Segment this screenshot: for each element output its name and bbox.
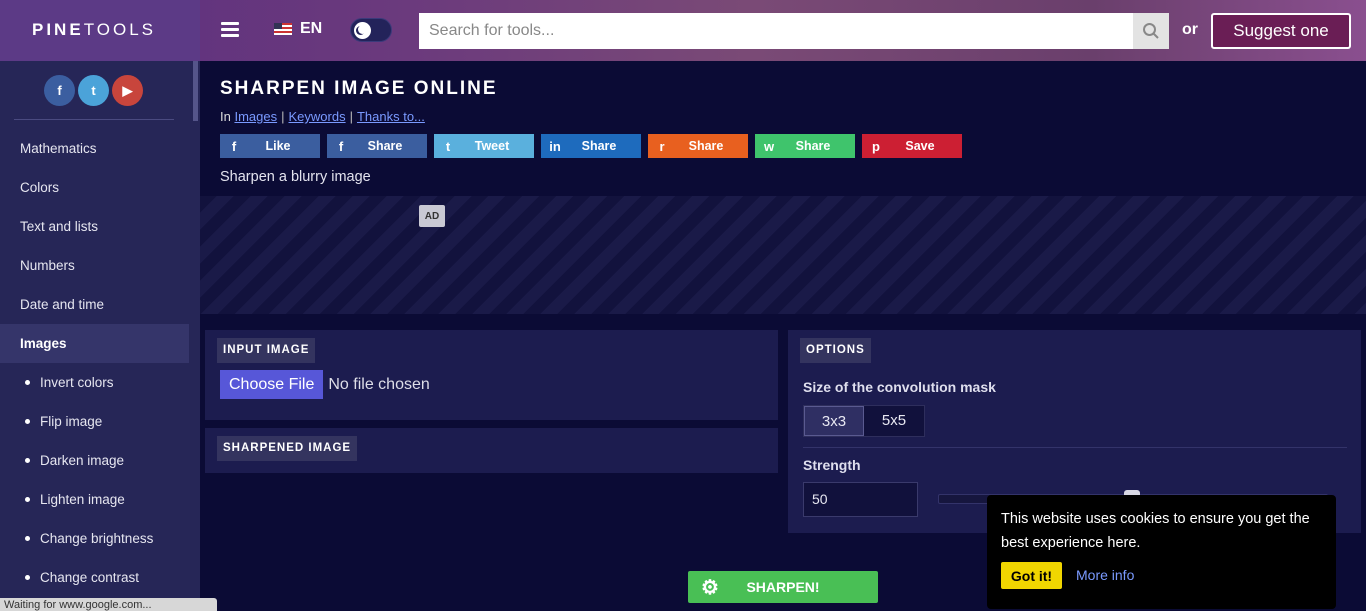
mask-size-selector: 3x3 5x5 [803, 405, 925, 437]
sidebar-item-numbers[interactable]: Numbers [0, 246, 189, 285]
menu-icon[interactable] [221, 22, 239, 38]
sidebar-nav: Mathematics Colors Text and lists Number… [0, 129, 189, 597]
site-logo[interactable]: PINETOOLS [32, 20, 156, 40]
twitter-icon: t [445, 138, 451, 154]
strength-input[interactable]: 50 [803, 482, 918, 517]
cookie-accept-button[interactable]: Got it! [1001, 562, 1062, 589]
pinterest-icon: p [872, 138, 880, 154]
share-label: Share [688, 139, 724, 153]
mask-option-5x5[interactable]: 5x5 [864, 406, 924, 436]
file-picker: Choose File No file chosen [220, 370, 430, 399]
no-file-text: No file chosen [328, 375, 430, 393]
sidebar-scrollbar[interactable] [193, 61, 198, 121]
tool-description: Sharpen a blurry image [220, 169, 371, 185]
linkedin-icon: in [549, 138, 561, 154]
dark-mode-toggle[interactable] [350, 18, 392, 42]
sidebar-item-text-and-lists[interactable]: Text and lists [0, 207, 189, 246]
top-header: PINETOOLS EN or Suggest one [0, 0, 1366, 61]
breadcrumb-separator: | [281, 109, 285, 124]
options-label: OPTIONS [800, 338, 871, 363]
sidebar-subitem-change-contrast[interactable]: Change contrast [0, 558, 189, 597]
input-image-label: INPUT IMAGE [217, 338, 316, 363]
share-label: Share [795, 139, 831, 153]
cookie-banner: This website uses cookies to ensure you … [987, 495, 1336, 609]
facebook-share-button[interactable]: f Share [327, 134, 427, 158]
breadcrumb-prefix: In [220, 109, 231, 124]
facebook-icon: f [231, 138, 237, 154]
reddit-share-button[interactable]: r Share [648, 134, 748, 158]
sidebar: f t ▶ Mathematics Colors Text and lists … [0, 61, 200, 611]
suggest-one-button[interactable]: Suggest one [1211, 13, 1351, 49]
breadcrumb: In Images | Keywords | Thanks to... [220, 109, 425, 124]
share-buttons: f Like f Share t Tweet in Share r Share … [220, 134, 962, 158]
language-selector[interactable]: EN [274, 20, 322, 38]
strength-label: Strength [803, 457, 861, 473]
linkedin-share-button[interactable]: in Share [541, 134, 641, 158]
breadcrumb-separator: | [349, 109, 353, 124]
share-label: Like [265, 139, 291, 153]
sharpened-image-panel: SHARPENED IMAGE [205, 428, 778, 473]
sharpened-image-label: SHARPENED IMAGE [217, 436, 358, 461]
logo-bold-text: PINE [32, 20, 84, 39]
search-box [419, 13, 1169, 49]
sidebar-subitem-invert-colors[interactable]: Invert colors [0, 363, 189, 402]
options-divider [803, 447, 1347, 448]
sidebar-subitem-lighten-image[interactable]: Lighten image [0, 480, 189, 519]
facebook-icon: f [338, 138, 344, 154]
breadcrumb-link-images[interactable]: Images [234, 109, 277, 124]
share-label: Save [905, 139, 935, 153]
sidebar-item-mathematics[interactable]: Mathematics [0, 129, 189, 168]
browser-status-bar: Waiting for www.google.com... [0, 598, 217, 611]
cookie-more-info-link[interactable]: More info [1076, 567, 1134, 583]
sidebar-divider [14, 119, 174, 120]
sidebar-item-date-and-time[interactable]: Date and time [0, 285, 189, 324]
mask-option-3x3[interactable]: 3x3 [804, 406, 864, 436]
language-label: EN [300, 20, 323, 37]
sidebar-subitem-darken-image[interactable]: Darken image [0, 441, 189, 480]
sidebar-subitem-flip-image[interactable]: Flip image [0, 402, 189, 441]
whatsapp-icon: w [763, 138, 775, 154]
share-label: Share [367, 139, 403, 153]
sidebar-subitem-change-brightness[interactable]: Change brightness [0, 519, 189, 558]
input-image-panel: INPUT IMAGE Choose File No file chosen [205, 330, 778, 420]
breadcrumb-link-thanks[interactable]: Thanks to... [357, 109, 425, 124]
mask-size-label: Size of the convolution mask [803, 379, 996, 395]
share-label: Tweet [474, 139, 510, 153]
sharpen-button[interactable]: ⚙ SHARPEN! [688, 571, 878, 603]
twitter-icon[interactable]: t [78, 75, 109, 106]
sharpen-label: SHARPEN! [746, 579, 820, 595]
share-label: Share [581, 139, 617, 153]
us-flag-icon [274, 23, 292, 35]
breadcrumb-link-keywords[interactable]: Keywords [289, 109, 346, 124]
page-title: SHARPEN IMAGE ONLINE [220, 78, 498, 99]
reddit-icon: r [659, 138, 665, 154]
facebook-icon[interactable]: f [44, 75, 75, 106]
ad-badge: AD [419, 205, 445, 227]
sidebar-item-colors[interactable]: Colors [0, 168, 189, 207]
gear-icon: ⚙ [701, 576, 719, 599]
cookie-message: This website uses cookies to ensure you … [1001, 511, 1310, 551]
social-links: f t ▶ [44, 75, 143, 106]
whatsapp-share-button[interactable]: w Share [755, 134, 855, 158]
choose-file-button[interactable]: Choose File [220, 370, 324, 399]
moon-icon [354, 22, 371, 39]
youtube-icon[interactable]: ▶ [112, 75, 143, 106]
ad-area[interactable] [200, 196, 1366, 314]
search-button[interactable] [1133, 13, 1169, 49]
twitter-tweet-button[interactable]: t Tweet [434, 134, 534, 158]
search-icon [1143, 23, 1159, 39]
or-text: or [1182, 21, 1198, 38]
sidebar-item-images[interactable]: Images [0, 324, 189, 363]
search-input[interactable] [419, 13, 1133, 49]
facebook-like-button[interactable]: f Like [220, 134, 320, 158]
logo-thin-text: TOOLS [83, 20, 157, 39]
pinterest-save-button[interactable]: p Save [862, 134, 962, 158]
